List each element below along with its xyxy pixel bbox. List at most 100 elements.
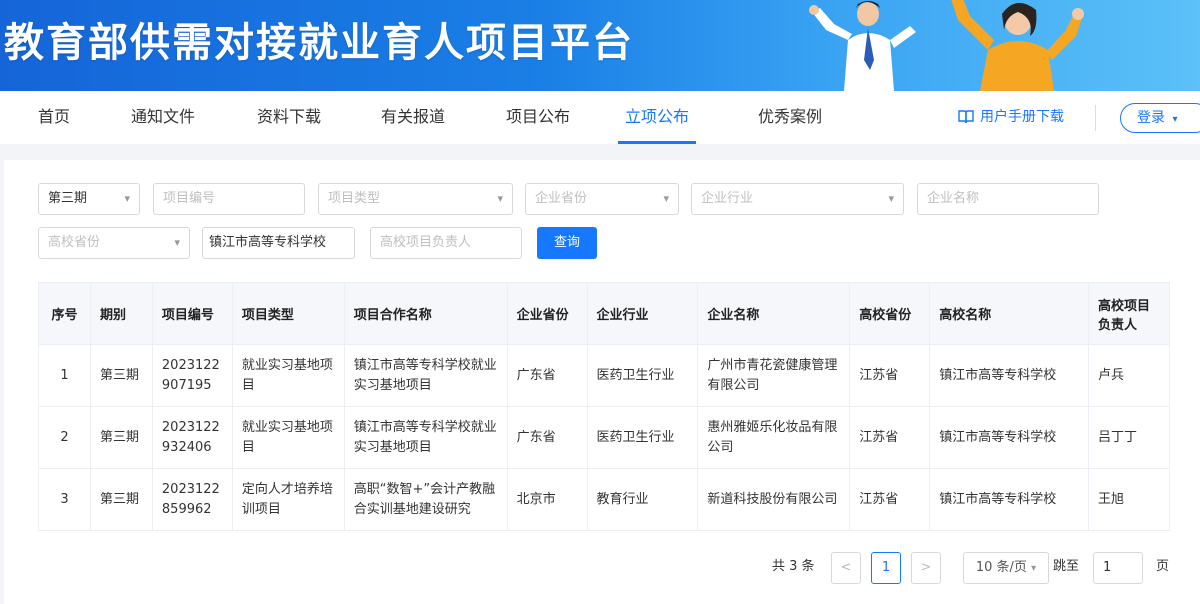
chevron-down-icon: ▾ xyxy=(174,236,180,249)
nav-item-reports[interactable]: 有关报道 xyxy=(381,91,445,144)
jump-page-input[interactable]: 1 xyxy=(1093,552,1143,584)
login-button[interactable]: 登录 ▾ xyxy=(1120,103,1200,133)
content-panel: 第三期 ▾ 项目编号 项目类型 ▾ 企业省份 ▾ 企业行业 ▾ 企业名称 高校省… xyxy=(4,160,1200,604)
cell-college-name: 镇江市高等专科学校 xyxy=(929,406,1090,469)
table-header-row: 序号 期别 项目编号 项目类型 项目合作名称 企业省份 企业行业 企业名称 高校… xyxy=(38,282,1170,345)
company-province-placeholder: 企业省份 xyxy=(535,191,588,206)
user-manual-download-link[interactable]: 用户手册下载 xyxy=(958,91,1064,144)
col-header-project-type: 项目类型 xyxy=(231,282,345,345)
project-number-placeholder: 项目编号 xyxy=(163,191,216,206)
cell-index: 3 xyxy=(38,468,91,531)
col-header-company-name: 企业名称 xyxy=(697,282,851,345)
nav-item-approval-announce[interactable]: 立项公布 xyxy=(618,91,696,144)
cell-college-province: 江苏省 xyxy=(849,344,931,407)
college-lead-placeholder: 高校项目负责人 xyxy=(380,235,472,250)
cell-company-industry: 医药卫生行业 xyxy=(586,406,699,469)
cell-company-industry: 医药卫生行业 xyxy=(586,344,699,407)
col-header-company-province: 企业省份 xyxy=(506,282,588,345)
page-size-select[interactable]: 10 条/页 ▾ xyxy=(963,552,1049,584)
nav-item-project-announce[interactable]: 项目公布 xyxy=(506,91,570,144)
header-banner: 教育部供需对接就业育人项目平台 xyxy=(0,0,1200,91)
college-lead-input[interactable]: 高校项目负责人 xyxy=(370,227,522,259)
chevron-down-icon: ▾ xyxy=(1031,563,1037,574)
cell-project-type: 就业实习基地项目 xyxy=(231,406,345,469)
login-label: 登录 xyxy=(1137,110,1165,126)
nav-item-excellent-cases[interactable]: 优秀案例 xyxy=(758,91,822,144)
company-industry-placeholder: 企业行业 xyxy=(701,191,754,206)
cell-company-province: 北京市 xyxy=(506,468,588,531)
banner-illustration xyxy=(809,0,1084,91)
cell-company-industry: 教育行业 xyxy=(586,468,699,531)
company-name-input[interactable]: 企业名称 xyxy=(917,183,1099,215)
pagination-prev-button[interactable]: < xyxy=(831,552,861,584)
cell-college-lead: 王旭 xyxy=(1088,468,1170,531)
cell-project-type: 定向人才培养培训项目 xyxy=(231,468,345,531)
period-select-value: 第三期 xyxy=(48,191,88,206)
cell-period: 第三期 xyxy=(89,406,153,469)
cell-college-name: 镇江市高等专科学校 xyxy=(929,468,1090,531)
cell-company-name: 新道科技股份有限公司 xyxy=(697,468,851,531)
chevron-down-icon: ▾ xyxy=(124,192,130,205)
cell-college-name: 镇江市高等专科学校 xyxy=(929,344,1090,407)
college-name-value: 镇江市高等专科学校 xyxy=(209,235,327,250)
page-size-label: 10 条/页 xyxy=(975,560,1027,575)
cell-college-province: 江苏省 xyxy=(849,406,931,469)
table-row: 2 第三期 2023122932406 就业实习基地项目 镇江市高等专科学校就业… xyxy=(38,406,1170,469)
col-header-project-name: 项目合作名称 xyxy=(343,282,508,345)
college-province-placeholder: 高校省份 xyxy=(48,235,101,250)
cell-project-type: 就业实习基地项目 xyxy=(231,344,345,407)
cell-period: 第三期 xyxy=(89,344,153,407)
site-title: 教育部供需对接就业育人项目平台 xyxy=(4,20,634,66)
cell-project-no: 2023122932406 xyxy=(151,406,233,469)
cell-project-name: 高职“数智+”会计产教融合实训基地建设研究 xyxy=(343,468,508,531)
company-province-select[interactable]: 企业省份 ▾ xyxy=(525,183,679,215)
cell-college-province: 江苏省 xyxy=(849,468,931,531)
col-header-company-industry: 企业行业 xyxy=(586,282,699,345)
col-header-period: 期别 xyxy=(89,282,153,345)
cell-project-no: 2023122859962 xyxy=(151,468,233,531)
chevron-down-icon: ▾ xyxy=(1172,114,1178,125)
jump-to-label: 跳至 xyxy=(1053,559,1080,574)
college-province-select[interactable]: 高校省份 ▾ xyxy=(38,227,190,259)
table-row: 1 第三期 2023122907195 就业实习基地项目 镇江市高等专科学校就业… xyxy=(38,344,1170,407)
chevron-down-icon: ▾ xyxy=(663,192,669,205)
company-industry-select[interactable]: 企业行业 ▾ xyxy=(691,183,904,215)
nav-item-home[interactable]: 首页 xyxy=(38,91,70,144)
cell-project-no: 2023122907195 xyxy=(151,344,233,407)
book-icon xyxy=(958,110,974,124)
nav-item-downloads[interactable]: 资料下载 xyxy=(257,91,321,144)
cell-company-province: 广东省 xyxy=(506,406,588,469)
results-table: 序号 期别 项目编号 项目类型 项目合作名称 企业省份 企业行业 企业名称 高校… xyxy=(38,282,1170,531)
project-type-select[interactable]: 项目类型 ▾ xyxy=(318,183,513,215)
user-manual-label: 用户手册下载 xyxy=(980,109,1064,125)
cell-company-name: 惠州雅姬乐化妆品有限公司 xyxy=(697,406,851,469)
cell-index: 2 xyxy=(38,406,91,469)
col-header-project-no: 项目编号 xyxy=(151,282,233,345)
cell-project-name: 镇江市高等专科学校就业实习基地项目 xyxy=(343,406,508,469)
pagination-page-1[interactable]: 1 xyxy=(871,552,901,584)
page-suffix-label: 页 xyxy=(1156,559,1170,574)
table-row: 3 第三期 2023122859962 定向人才培养培训项目 高职“数智+”会计… xyxy=(38,468,1170,531)
cell-company-province: 广东省 xyxy=(506,344,588,407)
col-header-college-province: 高校省份 xyxy=(849,282,931,345)
query-button[interactable]: 查询 xyxy=(537,227,597,259)
col-header-college-name: 高校名称 xyxy=(929,282,1090,345)
project-number-input[interactable]: 项目编号 xyxy=(153,183,305,215)
pagination-next-button[interactable]: > xyxy=(911,552,941,584)
pagination-total: 共 3 条 xyxy=(772,559,815,574)
cell-college-lead: 吕丁丁 xyxy=(1088,406,1170,469)
nav-item-notices[interactable]: 通知文件 xyxy=(131,91,195,144)
chevron-down-icon: ▾ xyxy=(497,192,503,205)
cell-company-name: 广州市青花瓷健康管理有限公司 xyxy=(697,344,851,407)
period-select[interactable]: 第三期 ▾ xyxy=(38,183,140,215)
company-name-placeholder: 企业名称 xyxy=(927,191,980,206)
project-type-placeholder: 项目类型 xyxy=(328,191,381,206)
cell-college-lead: 卢兵 xyxy=(1088,344,1170,407)
chevron-down-icon: ▾ xyxy=(888,192,894,205)
college-name-input[interactable]: 镇江市高等专科学校 xyxy=(202,227,355,259)
cell-index: 1 xyxy=(38,344,91,407)
cell-project-name: 镇江市高等专科学校就业实习基地项目 xyxy=(343,344,508,407)
nav-divider xyxy=(1095,105,1096,131)
col-header-index: 序号 xyxy=(38,282,91,345)
col-header-college-lead: 高校项目负责人 xyxy=(1088,282,1170,345)
